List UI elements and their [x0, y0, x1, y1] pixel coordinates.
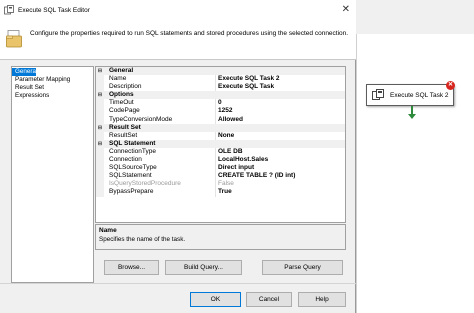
property-name: SQLSourceType: [109, 164, 157, 172]
property-value[interactable]: Execute SQL Task: [218, 83, 274, 91]
property-value[interactable]: Allowed: [218, 116, 243, 124]
category-general[interactable]: ⊟ General: [96, 67, 345, 76]
property-row-description[interactable]: Description Execute SQL Task: [96, 83, 345, 92]
property-row-sqlstatement[interactable]: SQLStatement CREATE TABLE ? (ID int): [96, 172, 345, 181]
property-value[interactable]: LocalHost.Sales: [218, 156, 268, 164]
property-value[interactable]: 1252: [218, 107, 232, 115]
category-label: Result Set: [109, 123, 141, 131]
category-label: Options: [109, 91, 134, 99]
property-grid: ⊟ General Name Execute SQL Task 2 Descri…: [95, 66, 346, 223]
property-row-bypassprepare[interactable]: BypassPrepare True: [96, 188, 345, 197]
property-value[interactable]: OLE DB: [218, 148, 243, 156]
ok-button[interactable]: OK: [190, 292, 241, 307]
property-description-title: Name: [99, 227, 117, 234]
property-row-name[interactable]: Name Execute SQL Task 2: [96, 75, 345, 84]
help-button[interactable]: Help: [298, 292, 346, 307]
property-value[interactable]: Direct input: [218, 164, 254, 172]
error-icon: ✕: [446, 81, 455, 90]
category-options[interactable]: ⊟ Options: [96, 91, 345, 100]
property-name: Name: [109, 75, 127, 83]
build-query-button[interactable]: Build Query...: [165, 260, 242, 275]
category-label: General: [109, 67, 134, 74]
property-name: Connection: [109, 156, 142, 164]
precedence-constraint-arrow-icon[interactable]: [408, 114, 416, 119]
category-result-set[interactable]: ⊟ Result Set: [96, 123, 345, 132]
cancel-button[interactable]: Cancel: [246, 292, 292, 307]
nav-item-result-set[interactable]: Result Set: [12, 84, 93, 92]
property-name: BypassPrepare: [109, 188, 154, 196]
category-label: SQL Statement: [109, 139, 156, 147]
close-icon[interactable]: ✕: [342, 4, 350, 15]
sql-task-icon: [4, 5, 14, 15]
property-value[interactable]: None: [218, 132, 234, 140]
property-value: False: [218, 180, 234, 188]
execute-sql-task-editor-dialog: Execute SQL Task Editor ✕ Configure the …: [0, 0, 356, 313]
dialog-header: [0, 20, 356, 60]
sql-task-icon: [372, 89, 384, 100]
title-bar[interactable]: Execute SQL Task Editor ✕: [0, 0, 356, 20]
property-row-resultset[interactable]: ResultSet None: [96, 131, 345, 140]
nav-item-expressions[interactable]: Expressions: [12, 92, 93, 100]
property-name: ResultSet: [109, 131, 138, 139]
property-row-connectiontype[interactable]: ConnectionType OLE DB: [96, 147, 345, 157]
property-row-typeconversionmode[interactable]: TypeConversionMode Allowed: [96, 115, 345, 124]
collapse-icon[interactable]: ⊟: [97, 91, 103, 99]
property-value[interactable]: True: [218, 188, 232, 196]
property-row-codepage[interactable]: CodePage 1252: [96, 107, 345, 116]
nav-item-parameter-mapping[interactable]: Parameter Mapping: [12, 76, 93, 84]
property-description-panel: Name Specifies the name of the task.: [95, 224, 346, 250]
nav-item-general[interactable]: General: [12, 68, 37, 76]
parse-query-button[interactable]: Parse Query: [262, 260, 343, 275]
property-name: TypeConversionMode: [109, 115, 173, 123]
task-shape-label: Execute SQL Task 2: [390, 91, 449, 99]
package-designer-surface: [352, 0, 474, 313]
collapse-icon[interactable]: ⊟: [97, 140, 103, 148]
property-row-isquerystoredprocedure: IsQueryStoredProcedure False: [96, 180, 345, 189]
collapse-icon[interactable]: ⊟: [97, 124, 103, 132]
property-row-sqlsourcetype[interactable]: SQLSourceType Direct input: [96, 164, 345, 173]
property-value[interactable]: 0: [218, 99, 222, 107]
execute-sql-task-shape[interactable]: Execute SQL Task 2: [366, 84, 454, 106]
property-description-text: Specifies the name of the task.: [99, 236, 186, 243]
task-folder-icon: [6, 30, 22, 48]
property-name: Description: [109, 83, 142, 91]
page-navigation-list: General Parameter Mapping Result Set Exp…: [11, 66, 94, 283]
window-title: Execute SQL Task Editor: [18, 6, 90, 14]
property-name: TimeOut: [109, 99, 134, 107]
collapse-icon[interactable]: ⊟: [97, 67, 103, 75]
property-name: SQLStatement: [109, 172, 152, 180]
browse-button[interactable]: Browse...: [104, 260, 159, 275]
category-sql-statement[interactable]: ⊟ SQL Statement: [96, 139, 345, 148]
property-value[interactable]: Execute SQL Task 2: [218, 75, 280, 83]
property-name: IsQueryStoredProcedure: [109, 180, 181, 188]
property-name: CodePage: [109, 107, 140, 115]
property-value[interactable]: CREATE TABLE ? (ID int): [218, 172, 295, 180]
dialog-description: Configure the properties required to run…: [30, 30, 349, 37]
footer-divider: [0, 283, 356, 284]
property-row-timeout[interactable]: TimeOut 0: [96, 99, 345, 108]
control-flow-canvas[interactable]: [356, 34, 474, 313]
property-name: ConnectionType: [109, 147, 156, 155]
property-row-connection[interactable]: Connection LocalHost.Sales: [96, 156, 345, 165]
